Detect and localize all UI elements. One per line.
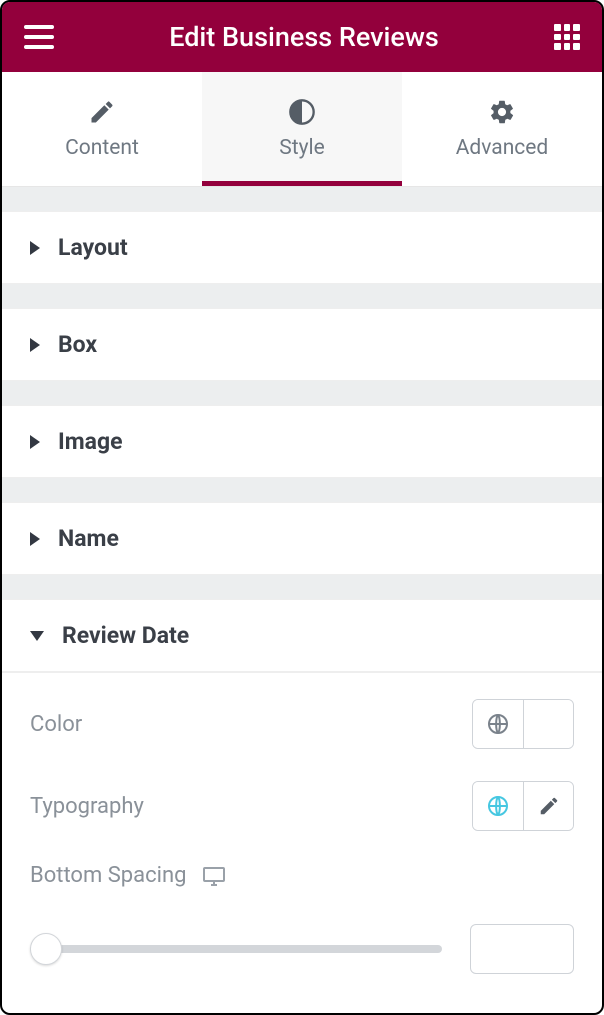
apps-grid-icon[interactable]: [554, 24, 580, 50]
pencil-icon: [538, 795, 560, 817]
caret-right-icon: [30, 532, 40, 546]
page-title: Edit Business Reviews: [54, 21, 554, 53]
typography-label: Typography: [30, 794, 144, 819]
edit-typography-button[interactable]: [523, 782, 573, 830]
section-image-label: Image: [58, 428, 123, 455]
bottom-spacing-input[interactable]: [470, 924, 574, 974]
slider-track: [30, 945, 442, 953]
tab-style-label: Style: [279, 136, 325, 160]
divider: [2, 284, 602, 308]
bottom-spacing-label: Bottom Spacing: [30, 863, 186, 888]
desktop-icon[interactable]: [202, 866, 226, 886]
color-swatch[interactable]: [523, 700, 573, 748]
tab-content-label: Content: [65, 136, 139, 160]
caret-right-icon: [30, 241, 40, 255]
contrast-icon: [288, 98, 316, 126]
tab-content[interactable]: Content: [2, 72, 202, 186]
global-color-button[interactable]: [473, 700, 523, 748]
bottom-spacing-slider[interactable]: [30, 933, 442, 965]
globe-icon: [486, 794, 510, 818]
tab-advanced[interactable]: Advanced: [402, 72, 602, 186]
caret-right-icon: [30, 435, 40, 449]
caret-right-icon: [30, 338, 40, 352]
tab-style[interactable]: Style: [202, 72, 402, 186]
section-review-date[interactable]: Review Date: [2, 599, 602, 672]
slider-thumb[interactable]: [30, 933, 62, 965]
caret-down-icon: [30, 631, 44, 641]
section-name[interactable]: Name: [2, 502, 602, 575]
color-picker[interactable]: [472, 699, 574, 749]
gear-icon: [488, 98, 516, 126]
color-label: Color: [30, 712, 82, 737]
divider: [2, 575, 602, 599]
menu-icon[interactable]: [24, 22, 54, 52]
section-box-label: Box: [58, 331, 97, 358]
divider: [2, 187, 602, 211]
typography-picker[interactable]: [472, 781, 574, 831]
divider: [2, 381, 602, 405]
pencil-icon: [88, 98, 116, 126]
divider: [2, 478, 602, 502]
tab-advanced-label: Advanced: [456, 136, 549, 160]
global-typography-button[interactable]: [473, 782, 523, 830]
section-review-date-label: Review Date: [62, 622, 189, 649]
section-box[interactable]: Box: [2, 308, 602, 381]
globe-icon: [486, 712, 510, 736]
section-name-label: Name: [58, 525, 119, 552]
section-image[interactable]: Image: [2, 405, 602, 478]
section-layout-label: Layout: [58, 234, 128, 261]
section-layout[interactable]: Layout: [2, 211, 602, 284]
